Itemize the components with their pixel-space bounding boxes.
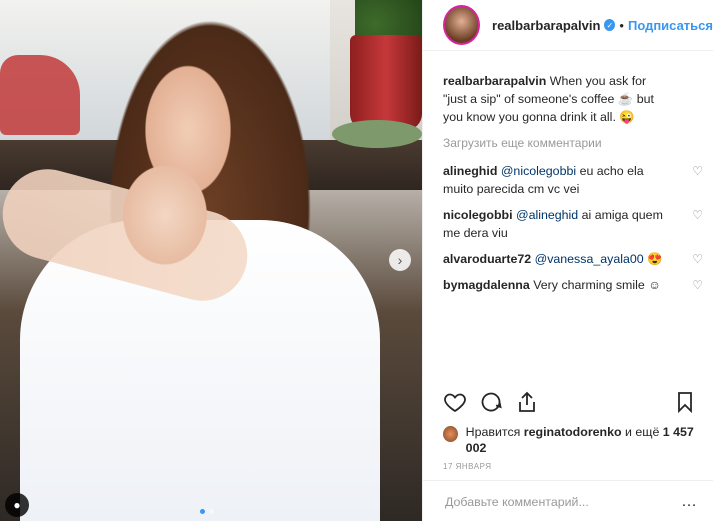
user-tag-button[interactable]: ● [5,493,29,517]
comment-row: bymagdalenna Very charming smile ☺ ♡ [443,276,703,294]
user-tag-icon: ● [13,498,21,512]
carousel-dot-2 [209,509,214,514]
header-separator: • [619,17,624,33]
liker-avatar[interactable] [443,426,458,442]
comment-icon [481,392,502,412]
more-options-button[interactable]: … [681,493,697,511]
comment-button[interactable] [479,390,503,414]
post-header: realbarbarapalvin ✓ • Подписаться [423,0,713,51]
heart-icon [444,393,466,413]
comment-row: alvaroduarte72 @vanessa_ayala00 😍 ♡ [443,250,703,268]
photo-hand [110,150,220,280]
heart-icon[interactable]: ♡ [692,162,703,198]
comment-username[interactable]: alineghid [443,164,497,178]
caption-username[interactable]: realbarbarapalvin [443,74,546,88]
heart-icon[interactable]: ♡ [692,206,703,242]
likes-prefix: Нравится [465,425,524,439]
follow-button[interactable]: Подписаться [628,18,713,33]
comment-text: Very charming smile ☺ [529,278,661,292]
share-icon [519,391,535,412]
author-username[interactable]: realbarbarapalvin [492,18,600,33]
comment-row: nicolegobbi @alineghid ai amiga quem me … [443,206,703,242]
chevron-right-icon: › [397,252,403,268]
comment-username[interactable]: alvaroduarte72 [443,252,531,266]
save-button[interactable] [673,390,697,414]
bookmark-icon [678,392,692,414]
heart-icon[interactable]: ♡ [692,276,703,294]
add-comment-bar: … [423,480,713,522]
post-modal: › ● realbarbarapalvin ✓ • Подписаться re… [0,0,713,521]
comments-list: realbarbarapalvin When you ask for "just… [443,72,703,302]
carousel-dot-1 [200,509,205,514]
comment-mention[interactable]: @alineghid [516,208,578,222]
photo-red-pot [350,35,422,130]
share-button[interactable] [515,390,539,414]
post-sidebar: realbarbarapalvin ✓ • Подписаться realba… [422,0,713,521]
comment-mention[interactable]: @nicolegobbi [501,164,576,178]
author-avatar[interactable] [443,5,481,45]
carousel-indicator [200,509,214,514]
add-comment-input[interactable] [443,493,681,510]
carousel-next-button[interactable]: › [389,249,411,271]
caption: realbarbarapalvin When you ask for "just… [443,72,703,126]
post-photo[interactable]: › ● [0,0,422,521]
likes-middle: и ещё [621,425,663,439]
likes-summary: Нравится reginatodorenko и ещё 1 457 002 [443,424,697,456]
heart-icon[interactable]: ♡ [692,250,703,268]
comment-row: alineghid @nicolegobbi eu acho ela muito… [443,162,703,198]
comment-username[interactable]: nicolegobbi [443,208,513,222]
verified-badge-icon: ✓ [604,19,616,31]
post-actions [443,390,697,414]
comment-text: 😍 [643,252,663,266]
photo-red-car [0,55,80,135]
comment-username[interactable]: bymagdalenna [443,278,530,292]
load-more-comments-button[interactable]: Загрузить еще комментарии [443,134,703,152]
comment-mention[interactable]: @vanessa_ayala00 [535,252,644,266]
post-date[interactable]: 17 ЯНВАРЯ [443,462,492,471]
like-button[interactable] [443,390,467,414]
liker-username[interactable]: reginatodorenko [524,425,622,439]
photo-plant [355,0,422,40]
